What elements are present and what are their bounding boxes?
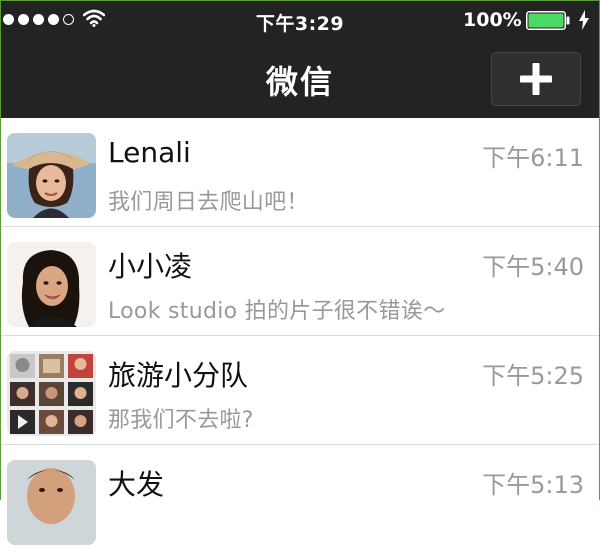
chat-time: 下午5:40 [482, 253, 584, 281]
chat-preview: 那我们不去啦? [108, 408, 254, 433]
status-bar: 下午3:29 100% [1, 1, 599, 39]
chat-name: 旅游小分队 [108, 359, 249, 392]
chat-preview: Look studio 拍的片子很不错诶～ [108, 299, 446, 324]
avatar [7, 242, 96, 327]
chat-row-lenali[interactable]: Lenali 下午6:11 我们周日去爬山吧！ [1, 118, 599, 227]
battery-icon [526, 11, 570, 30]
avatar [7, 133, 96, 218]
battery-percent: 100% [463, 9, 522, 31]
chat-time: 下午5:13 [482, 471, 584, 499]
plus-icon [520, 63, 552, 95]
chat-name: 小小凌 [108, 250, 193, 283]
group-avatar [7, 351, 96, 436]
avatar [7, 460, 96, 545]
chat-time: 下午5:25 [482, 362, 584, 390]
chat-list: Lenali 下午6:11 我们周日去爬山吧！ 小小凌 下午5:40 Look … [1, 118, 599, 554]
chat-name: 大发 [108, 468, 165, 501]
charging-bolt-icon [579, 10, 589, 30]
chat-time: 下午6:11 [482, 144, 584, 172]
chat-preview: 我们周日去爬山吧！ [108, 190, 309, 215]
nav-bar: 微信 [1, 39, 599, 118]
add-button[interactable] [491, 52, 581, 106]
chat-row-xiaoxiaoling[interactable]: 小小凌 下午5:40 Look studio 拍的片子很不错诶～ [1, 227, 599, 336]
chat-row-group-travel[interactable]: 旅游小分队 下午5:25 那我们不去啦? [1, 336, 599, 445]
chat-name: Lenali [108, 136, 191, 169]
